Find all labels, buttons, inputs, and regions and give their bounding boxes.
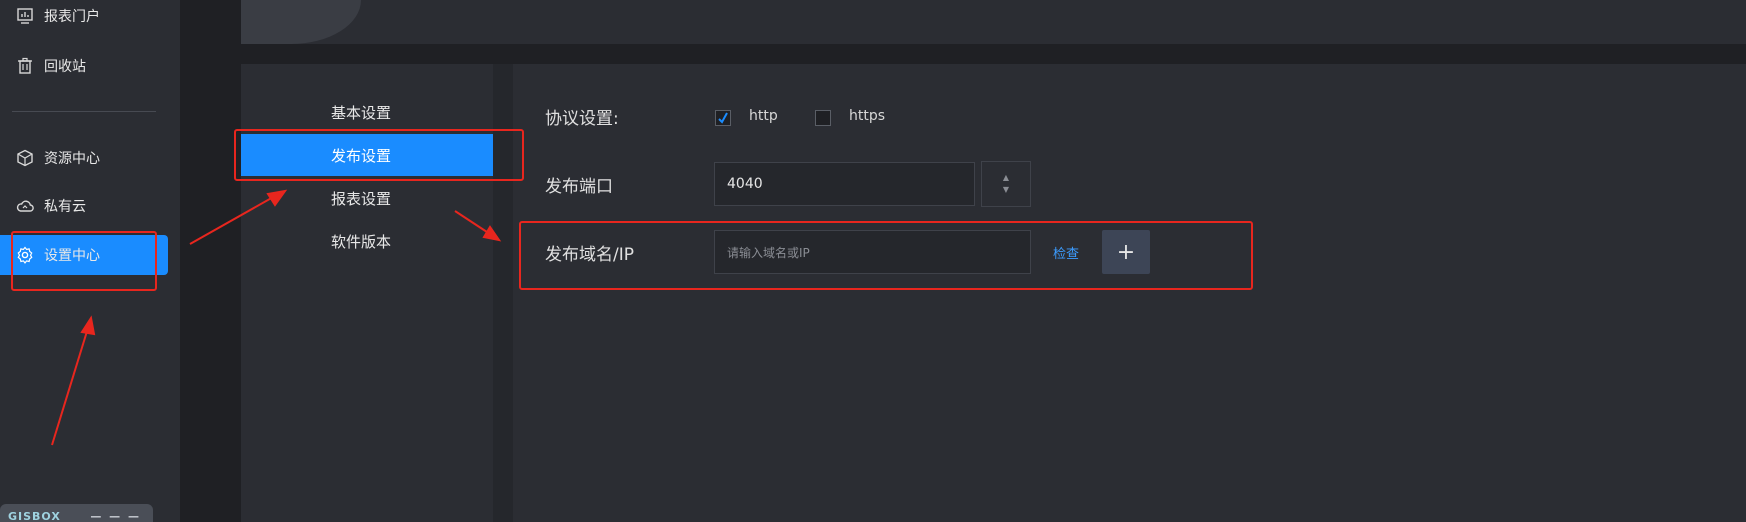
port-label: 发布端口 [545,177,613,197]
checkmark-icon [718,112,728,124]
cube-icon [16,149,34,167]
sidebar-item-label: 设置中心 [44,248,100,264]
port-stepper[interactable]: ▲ ▼ [981,161,1031,207]
https-checkbox[interactable] [815,110,831,126]
port-value: 4040 [727,176,763,192]
domain-label: 发布域名/IP [545,245,634,265]
sidebar-item-label: 资源中心 [44,151,100,167]
report-portal-icon [16,7,34,25]
subnav-item-label: 基本设置 [331,103,392,122]
sidebar-item-settings-center[interactable]: 设置中心 [0,235,168,275]
logo-text: GISBOX [8,509,61,522]
port-input[interactable]: 4040 [714,162,975,206]
domain-placeholder: 请输入域名或IP [727,245,810,260]
protocol-label: 协议设置: [545,109,619,129]
sidebar-item-private-cloud[interactable]: 私有云 [0,186,168,226]
stepper-down-icon[interactable]: ▼ [1003,185,1009,195]
subnav-separator [493,64,513,522]
sidebar-divider [12,111,156,112]
top-bar [241,0,1746,44]
subnav-item-label: 软件版本 [331,232,392,251]
http-label: http [749,108,778,124]
domain-input[interactable]: 请输入域名或IP [714,230,1031,274]
cloud-icon [16,197,34,215]
logo-dots: — — — [90,509,141,522]
subnav-item-software-version[interactable]: 软件版本 [241,220,493,262]
check-link[interactable]: 检查 [1053,243,1079,262]
sidebar-item-label: 私有云 [44,199,86,215]
sidebar-item-label: 报表门户 [44,9,100,25]
stepper-up-icon[interactable]: ▲ [1003,173,1009,183]
gear-icon [16,246,34,264]
subnav-item-label: 报表设置 [331,189,392,208]
trash-icon [16,57,34,75]
sidebar-item-report-portal[interactable]: 报表门户 [0,0,168,36]
http-checkbox[interactable] [715,110,731,126]
app-root: 报表门户 回收站 资源中心 私有云 设置中心 GISBOX — — — 基本设置… [0,0,1746,522]
https-label: https [849,108,886,124]
subnav-item-report-settings[interactable]: 报表设置 [241,177,493,219]
subnav-item-basic-settings[interactable]: 基本设置 [241,91,493,133]
add-button[interactable]: + [1102,230,1150,274]
subnav-item-publish-settings[interactable]: 发布设置 [241,134,493,176]
subnav-item-label: 发布设置 [331,146,392,165]
sidebar-item-label: 回收站 [44,59,86,75]
bottom-logo: GISBOX — — — [0,504,153,522]
sidebar-item-resource-center[interactable]: 资源中心 [0,138,168,178]
sidebar-item-recycle-bin[interactable]: 回收站 [0,46,168,86]
